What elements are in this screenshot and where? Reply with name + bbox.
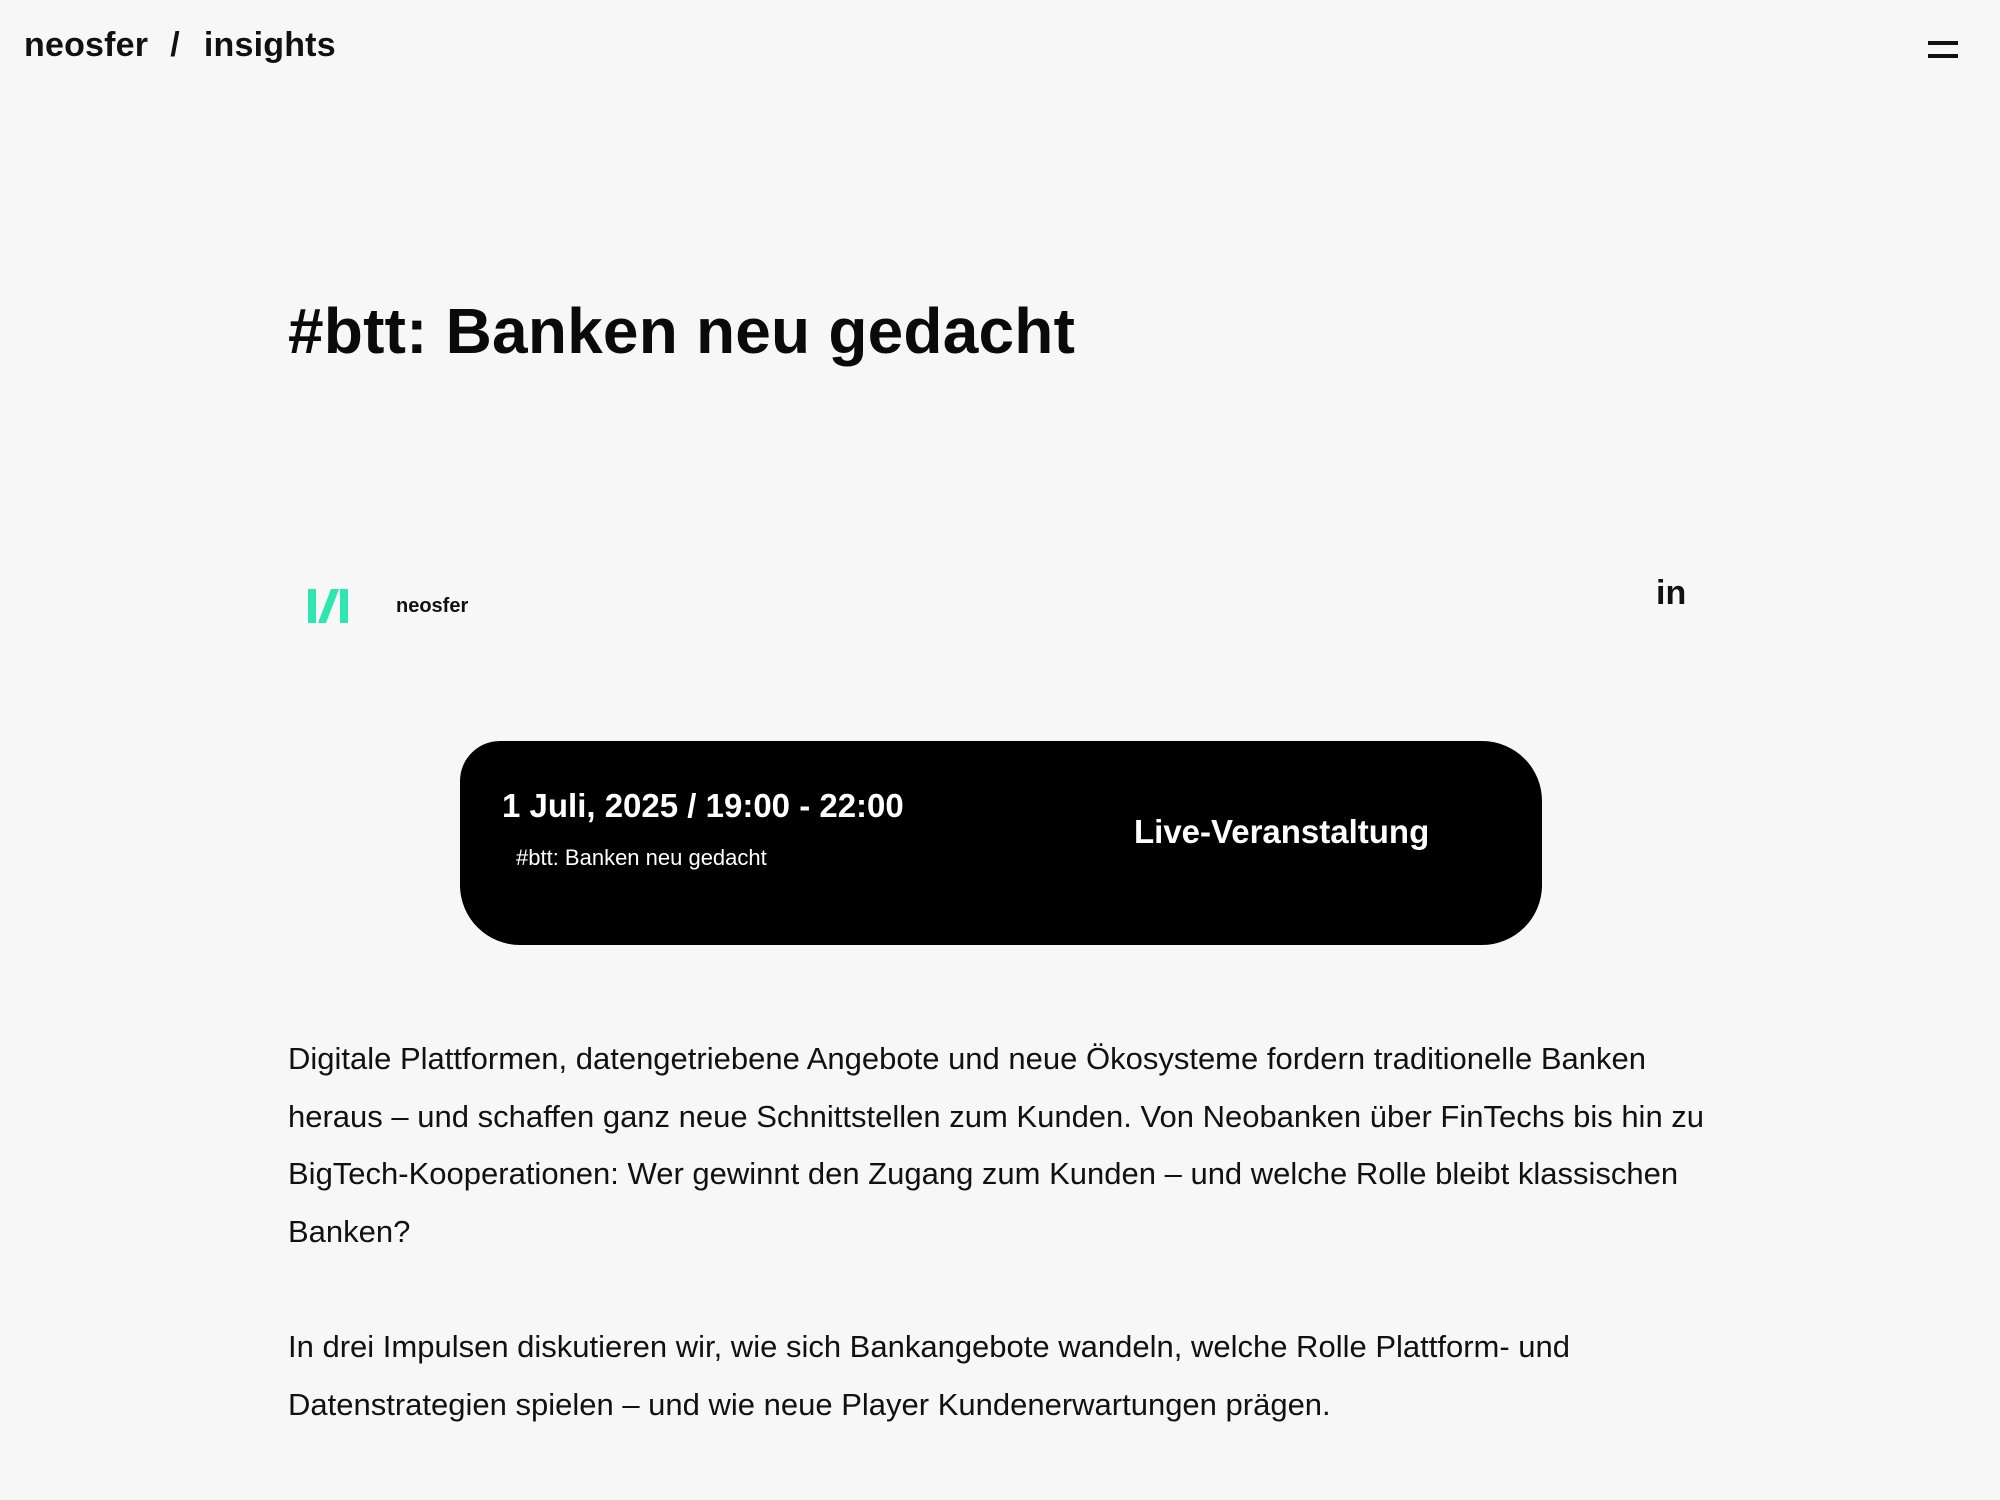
body-paragraph: Digitale Plattformen, datengetriebene An… bbox=[288, 1041, 1705, 1249]
neosfer-logo-icon bbox=[300, 578, 356, 634]
site-header: neosfer / insights bbox=[0, 0, 2000, 100]
author-name: neosfer bbox=[396, 594, 469, 617]
brand-name: neosfer bbox=[24, 26, 149, 64]
brand-separator: / bbox=[170, 26, 180, 64]
menu-bar-top bbox=[1928, 41, 1958, 45]
event-date-time: 1 Juli, 2025 / 19:00 - 22:00 bbox=[502, 787, 904, 824]
section-name: insights bbox=[203, 26, 336, 64]
body-paragraph: In drei Impulsen diskutieren wir, wie si… bbox=[288, 1329, 1571, 1422]
page-title: #btt: Banken neu gedacht bbox=[288, 295, 1076, 367]
event-card: 1 Juli, 2025 / 19:00 - 22:00 #btt: Banke… bbox=[460, 741, 1542, 945]
menu-button[interactable] bbox=[1924, 36, 1964, 66]
menu-bar-bottom bbox=[1928, 54, 1958, 58]
neosfer-logo-svg bbox=[308, 589, 348, 623]
linkedin-icon[interactable]: in bbox=[1656, 574, 1686, 613]
author-row: neosfer bbox=[300, 578, 468, 634]
event-type-label: Live-Veranstaltung bbox=[1134, 813, 1430, 850]
article-body: Digitale Plattformen, datengetriebene An… bbox=[288, 1030, 1708, 1492]
event-subtitle: #btt: Banken neu gedacht bbox=[516, 845, 767, 870]
brand-link[interactable]: neosfer / insights bbox=[24, 26, 336, 65]
